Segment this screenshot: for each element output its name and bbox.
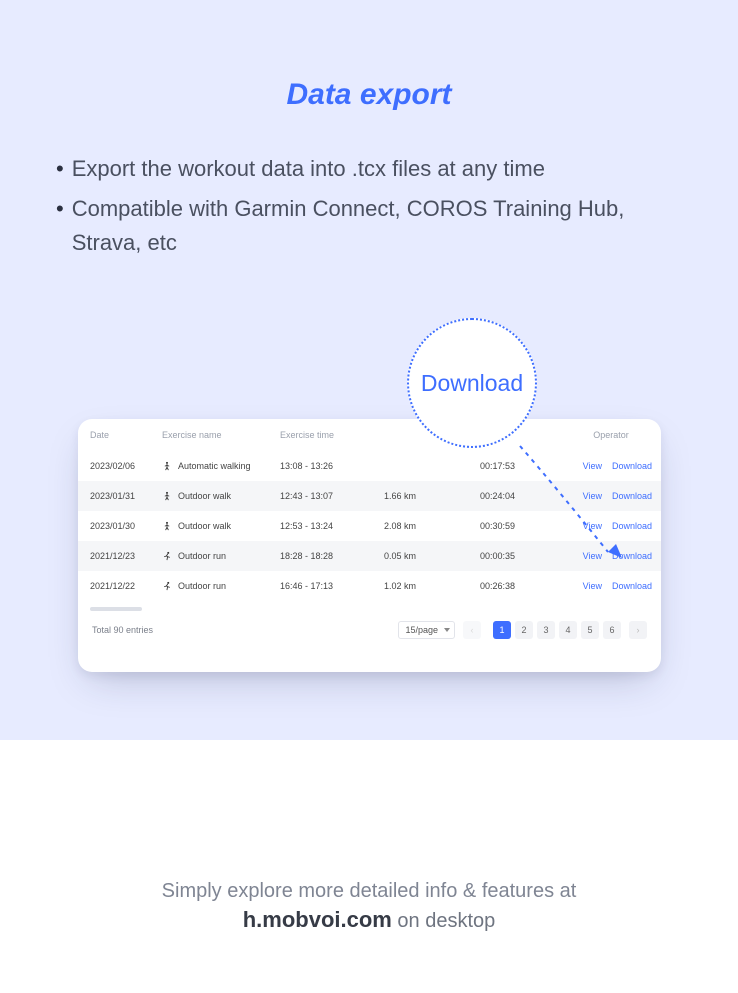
cell-time: 18:28 - 18:28 (280, 551, 384, 561)
cell-operator: View Download (566, 461, 656, 471)
table-row: 2021/12/23 Outdoor run 18:28 - 18:280.05 k… (78, 541, 661, 571)
cell-date: 2023/02/06 (90, 461, 162, 471)
cell-distance: 0.05 km (384, 551, 480, 561)
cell-exercise: Outdoor walk (162, 491, 280, 501)
view-link[interactable]: View (583, 581, 602, 591)
footer-domain: h.mobvoi.com (243, 907, 392, 932)
table-row: 2021/12/22 Outdoor run 16:46 - 17:131.02 k… (78, 571, 661, 601)
cell-date: 2023/01/31 (90, 491, 162, 501)
download-callout: Download (407, 318, 537, 448)
cell-duration: 00:30:59 (480, 521, 566, 531)
download-link[interactable]: Download (612, 491, 652, 501)
pager-page-button[interactable]: 6 (603, 621, 621, 639)
table-header-row: Date Exercise name Exercise time uration… (78, 419, 661, 451)
pager: Total 90 entries 15/page ‹ 123456 › (78, 611, 661, 639)
download-callout-label: Download (407, 318, 537, 448)
download-link[interactable]: Download (612, 521, 652, 531)
bullet-dot-icon: • (56, 192, 64, 226)
cell-distance: 2.08 km (384, 521, 480, 531)
pager-page-button[interactable]: 2 (515, 621, 533, 639)
table-row: 2023/02/06 Automatic walking 13:08 - 13:26… (78, 451, 661, 481)
pager-page-button[interactable]: 4 (559, 621, 577, 639)
footer-line2: h.mobvoi.com on desktop (0, 907, 738, 933)
export-table-panel: Date Exercise name Exercise time uration… (78, 419, 661, 672)
col-exercise: Exercise name (162, 430, 280, 440)
pager-page-button[interactable]: 3 (537, 621, 555, 639)
exercise-name: Outdoor run (178, 581, 226, 591)
cell-distance: 1.02 km (384, 581, 480, 591)
per-page-select[interactable]: 15/page (398, 621, 455, 639)
view-link[interactable]: View (583, 551, 602, 561)
bullet-text: Compatible with Garmin Connect, COROS Tr… (72, 192, 698, 260)
run-icon (162, 581, 172, 591)
bullet-item: • Export the workout data into .tcx file… (56, 152, 698, 186)
horizontal-scrollbar[interactable] (90, 607, 649, 611)
bullet-item: • Compatible with Garmin Connect, COROS … (56, 192, 698, 260)
cell-duration: 00:17:53 (480, 461, 566, 471)
pager-next-button[interactable]: › (629, 621, 647, 639)
cell-time: 12:53 - 13:24 (280, 521, 384, 531)
per-page-value: 15/page (405, 625, 438, 635)
pager-prev-button[interactable]: ‹ (463, 621, 481, 639)
chevron-down-icon (444, 628, 450, 632)
cell-exercise: Outdoor walk (162, 521, 280, 531)
cell-operator: View Download (566, 581, 656, 591)
cell-distance: 1.66 km (384, 491, 480, 501)
view-link[interactable]: View (583, 461, 602, 471)
footer-line1: Simply explore more detailed info & feat… (0, 880, 738, 903)
exercise-name: Outdoor walk (178, 521, 231, 531)
view-link[interactable]: View (583, 491, 602, 501)
page-title: Data export (0, 78, 738, 112)
cell-date: 2021/12/22 (90, 581, 162, 591)
download-link[interactable]: Download (612, 551, 652, 561)
exercise-name: Outdoor walk (178, 491, 231, 501)
footer-suffix: on desktop (397, 910, 495, 932)
cell-exercise: Outdoor run (162, 551, 280, 561)
cell-time: 16:46 - 17:13 (280, 581, 384, 591)
cell-duration: 00:24:04 (480, 491, 566, 501)
run-icon (162, 551, 172, 561)
walk-icon (162, 491, 172, 501)
walk-icon (162, 521, 172, 531)
exercise-name: Automatic walking (178, 461, 251, 471)
cell-exercise: Outdoor run (162, 581, 280, 591)
pager-page-button[interactable]: 1 (493, 621, 511, 639)
col-time: Exercise time (280, 430, 384, 440)
cell-time: 13:08 - 13:26 (280, 461, 384, 471)
col-date: Date (90, 430, 162, 440)
scrollbar-thumb[interactable] (90, 607, 142, 611)
cell-operator: View Download (566, 491, 656, 501)
walk-icon (162, 461, 172, 471)
footer: Simply explore more detailed info & feat… (0, 740, 738, 933)
pager-page-button[interactable]: 5 (581, 621, 599, 639)
bullet-text: Export the workout data into .tcx files … (72, 152, 698, 186)
cell-duration: 00:26:38 (480, 581, 566, 591)
cell-duration: 00:00:35 (480, 551, 566, 561)
cell-operator: View Download (566, 551, 656, 561)
cell-date: 2023/01/30 (90, 521, 162, 531)
view-link[interactable]: View (583, 521, 602, 531)
download-link[interactable]: Download (612, 581, 652, 591)
table-row: 2023/01/31 Outdoor walk 12:43 - 13:071.66 … (78, 481, 661, 511)
exercise-name: Outdoor run (178, 551, 226, 561)
cell-operator: View Download (566, 521, 656, 531)
col-operator: Operator (566, 430, 656, 440)
bullet-dot-icon: • (56, 152, 64, 186)
total-entries-label: Total 90 entries (92, 625, 153, 635)
bullet-list: • Export the workout data into .tcx file… (0, 152, 738, 260)
cell-exercise: Automatic walking (162, 461, 280, 471)
cell-time: 12:43 - 13:07 (280, 491, 384, 501)
table-row: 2023/01/30 Outdoor walk 12:53 - 13:242.08 … (78, 511, 661, 541)
download-link[interactable]: Download (612, 461, 652, 471)
cell-date: 2021/12/23 (90, 551, 162, 561)
